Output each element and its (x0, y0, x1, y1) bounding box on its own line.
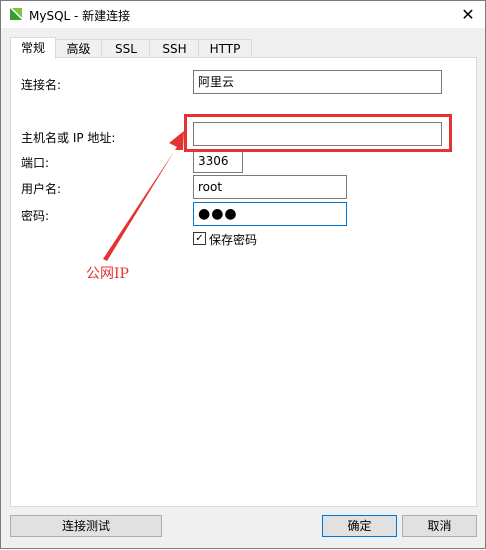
cancel-button[interactable]: 取消 (402, 515, 477, 537)
dialog-window: MySQL - 新建连接 ✕ 常规 高级 SSL SSH HTTP 连接名: 阿… (0, 0, 486, 549)
ok-button[interactable]: 确定 (322, 515, 397, 537)
test-connection-button[interactable]: 连接测试 (10, 515, 162, 537)
annotation-label: 公网IP (86, 266, 129, 282)
tab-general[interactable]: 常规 (10, 37, 56, 59)
annotation-arrow (103, 131, 184, 261)
